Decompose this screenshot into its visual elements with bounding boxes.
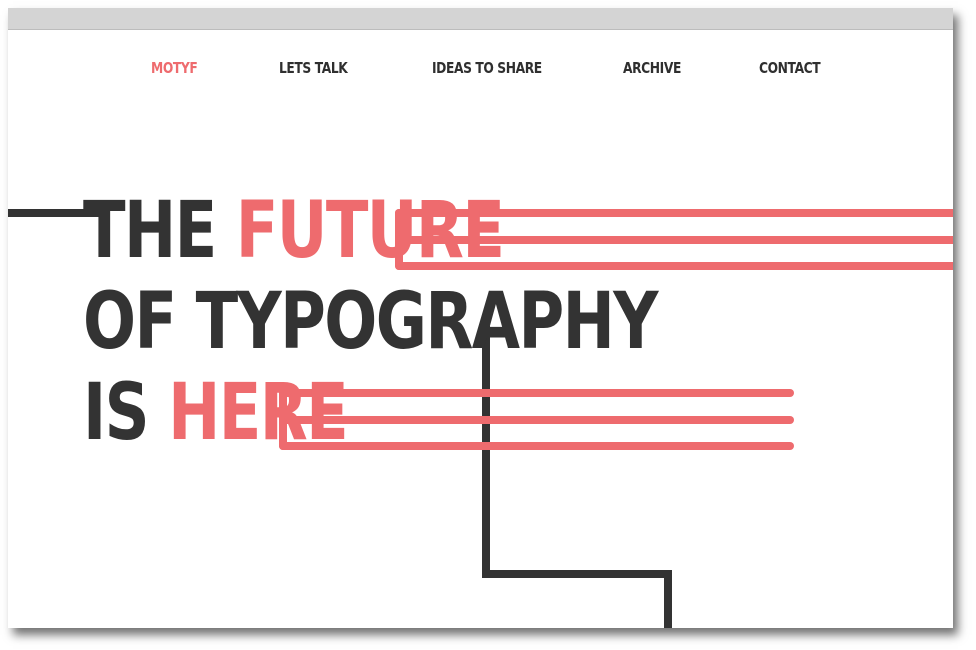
headline-the: THE [83,186,236,276]
hero-headline: THE FUTURE OF TYPOGRAPHY IS HERE [83,186,658,459]
headline-future: FUTURE [235,186,505,276]
headline-line-2: OF TYPOGRAPHY [83,277,658,367]
browser-window: MOTYF LETS TALK IDEAS TO SHARE ARCHIVE C… [8,8,953,628]
headline-line-3: IS HERE [83,368,657,459]
headline-is: IS [83,368,169,458]
headline-here: HERE [168,368,349,458]
headline-line-1: THE FUTURE [83,186,657,277]
